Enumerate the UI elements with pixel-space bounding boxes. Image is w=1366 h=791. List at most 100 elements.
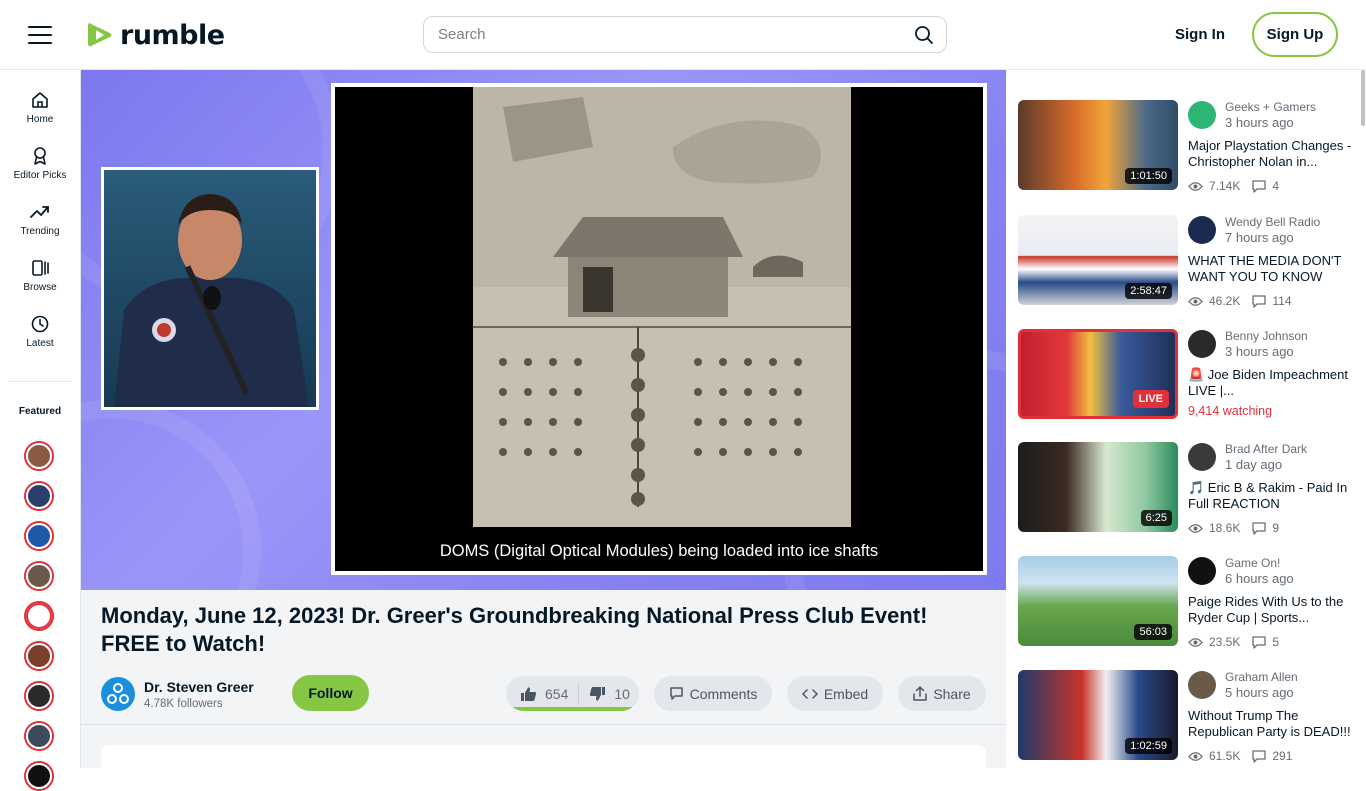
- search-icon[interactable]: [914, 25, 934, 45]
- featured-channel-avatar[interactable]: [24, 561, 54, 591]
- comment-count: 291: [1272, 749, 1293, 763]
- award-icon: [34, 147, 46, 165]
- featured-channel-avatar[interactable]: [24, 641, 54, 671]
- dislike-count: 10: [614, 685, 630, 702]
- channel-name[interactable]: Geeks + Gamers: [1225, 100, 1316, 114]
- share-button[interactable]: Share: [898, 676, 986, 711]
- sign-in-link[interactable]: Sign In: [1175, 26, 1225, 43]
- video-player[interactable]: DOMS (Digital Optical Modules) being loa…: [81, 70, 1006, 590]
- comment-icon: [1252, 521, 1267, 535]
- comment-count: 5: [1272, 635, 1280, 649]
- video-thumbnail[interactable]: LIVE: [1018, 329, 1178, 419]
- comment-count: 4: [1272, 179, 1280, 193]
- featured-heading: Featured: [18, 406, 62, 417]
- video-thumbnail[interactable]: 1:02:59: [1018, 670, 1178, 760]
- channel-avatar[interactable]: [1188, 216, 1216, 244]
- live-viewer-count: 9,414 watching: [1188, 404, 1273, 418]
- video-title[interactable]: WHAT THE MEDIA DON'T WANT YOU TO KNOW: [1188, 253, 1358, 285]
- featured-channel-avatar[interactable]: [24, 721, 54, 751]
- views-eye-icon: [1188, 751, 1203, 761]
- channel-name[interactable]: Brad After Dark: [1225, 442, 1307, 456]
- nav-latest[interactable]: Latest: [0, 314, 80, 349]
- description-card: [101, 745, 986, 785]
- video-thumbnail[interactable]: 6:25: [1018, 442, 1178, 532]
- video-duration: 56:03: [1134, 624, 1172, 640]
- comment-icon: [669, 687, 683, 700]
- featured-channel-avatar[interactable]: [24, 521, 54, 551]
- follow-button[interactable]: Follow: [292, 675, 369, 711]
- home-icon: [32, 92, 48, 108]
- nav-home[interactable]: Home: [0, 90, 80, 125]
- logo-text: rumble: [120, 19, 225, 51]
- thumbs-down-icon: [590, 686, 606, 701]
- recommended-video[interactable]: 6:25 Brad After Dark 1 day ago 🎵 Eric B …: [1018, 442, 1358, 535]
- code-icon: [802, 688, 818, 699]
- video-title[interactable]: Without Trump The Republican Party is DE…: [1188, 708, 1358, 740]
- featured-channel-avatar[interactable]: [24, 601, 54, 631]
- search-bar[interactable]: [423, 16, 947, 53]
- sign-up-button[interactable]: Sign Up: [1252, 12, 1338, 57]
- pencil-sketch-image: [473, 87, 851, 527]
- video-title[interactable]: 🎵 Eric B & Rakim - Paid In Full REACTION: [1188, 480, 1358, 512]
- main-content: DOMS (Digital Optical Modules) being loa…: [80, 70, 1006, 785]
- channel-name[interactable]: Benny Johnson: [1225, 329, 1308, 343]
- channel-name[interactable]: Wendy Bell Radio: [1225, 215, 1320, 229]
- recommended-video[interactable]: 56:03 Game On! 6 hours ago Paige Rides W…: [1018, 556, 1358, 649]
- follower-count: 4.78K followers: [144, 697, 223, 710]
- like-button[interactable]: 654: [520, 676, 568, 711]
- slide-caption: DOMS (Digital Optical Modules) being loa…: [439, 542, 879, 560]
- comment-icon: [1252, 294, 1267, 308]
- featured-channel-avatar[interactable]: [24, 481, 54, 511]
- video-duration: 2:58:47: [1125, 283, 1172, 299]
- nav-editor-picks[interactable]: Editor Picks: [0, 146, 80, 181]
- rumble-logo[interactable]: rumble: [86, 18, 225, 52]
- search-input[interactable]: [438, 17, 898, 52]
- video-thumbnail[interactable]: 2:58:47: [1018, 215, 1178, 305]
- video-stats: 18.6K 9: [1188, 521, 1279, 535]
- featured-channel-avatar[interactable]: [24, 681, 54, 711]
- channel-avatar[interactable]: [1188, 671, 1216, 699]
- comments-button[interactable]: Comments: [654, 676, 772, 711]
- embed-button[interactable]: Embed: [787, 676, 883, 711]
- recommended-video[interactable]: LIVE Benny Johnson 3 hours ago 🚨 Joe Bid…: [1018, 329, 1358, 421]
- upload-time: 6 hours ago: [1225, 571, 1294, 586]
- recommended-video[interactable]: 2:58:47 Wendy Bell Radio 7 hours ago WHA…: [1018, 215, 1358, 308]
- video-thumbnail[interactable]: 1:01:50: [1018, 100, 1178, 190]
- featured-channel-avatar[interactable]: [24, 761, 54, 791]
- channel-name[interactable]: Graham Allen: [1225, 670, 1298, 684]
- recommended-video[interactable]: 1:01:50 Geeks + Gamers 3 hours ago Major…: [1018, 100, 1358, 193]
- speaker-video-inset: [101, 167, 319, 410]
- video-title[interactable]: 🚨 Joe Biden Impeachment LIVE |...: [1188, 367, 1358, 399]
- recommended-video[interactable]: 1:02:59 Graham Allen 5 hours ago Without…: [1018, 670, 1358, 763]
- channel-name[interactable]: Game On!: [1225, 556, 1280, 570]
- share-label: Share: [933, 685, 971, 702]
- recommendations-sidebar: 1:01:50 Geeks + Gamers 3 hours ago Major…: [1006, 70, 1366, 768]
- menu-icon[interactable]: [28, 26, 52, 44]
- nav-label: Browse: [23, 282, 57, 293]
- video-stats: 23.5K 5: [1188, 635, 1279, 649]
- channel-avatar[interactable]: [1188, 443, 1216, 471]
- upload-time: 3 hours ago: [1225, 344, 1294, 359]
- views-eye-icon: [1188, 296, 1203, 306]
- channel-info[interactable]: Dr. Steven Greer 4.78K followers: [101, 674, 254, 714]
- views-eye-icon: [1188, 181, 1203, 191]
- upload-time: 3 hours ago: [1225, 115, 1294, 130]
- scrollbar[interactable]: [1360, 70, 1366, 768]
- content-divider: [81, 724, 1006, 725]
- comment-count: 9: [1272, 521, 1280, 535]
- channel-avatar[interactable]: [101, 677, 135, 711]
- video-title[interactable]: Major Playstation Changes - Christopher …: [1188, 138, 1358, 170]
- presentation-slide: DOMS (Digital Optical Modules) being loa…: [331, 83, 987, 575]
- upload-time: 7 hours ago: [1225, 230, 1294, 245]
- dislike-button[interactable]: 10: [589, 676, 630, 711]
- nav-trending[interactable]: Trending: [0, 202, 80, 237]
- featured-channel-avatar[interactable]: [24, 441, 54, 471]
- nav-browse[interactable]: Browse: [0, 258, 80, 293]
- upload-time: 5 hours ago: [1225, 685, 1294, 700]
- video-thumbnail[interactable]: 56:03: [1018, 556, 1178, 646]
- channel-avatar[interactable]: [1188, 101, 1216, 129]
- video-title[interactable]: Paige Rides With Us to the Ryder Cup | S…: [1188, 594, 1358, 626]
- channel-name[interactable]: Dr. Steven Greer: [144, 679, 254, 695]
- channel-avatar[interactable]: [1188, 330, 1216, 358]
- channel-avatar[interactable]: [1188, 557, 1216, 585]
